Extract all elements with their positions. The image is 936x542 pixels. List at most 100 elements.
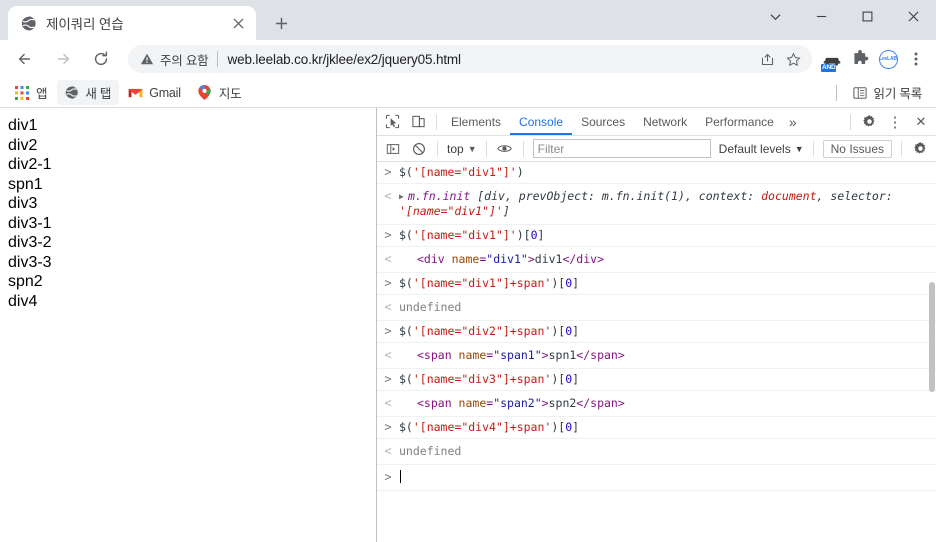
leelab-profile-icon[interactable]: LeeLAB xyxy=(874,45,902,73)
page-line: div3-2 xyxy=(8,234,52,251)
text-cursor xyxy=(400,470,401,483)
console-row-content: $('[name="div1"]')[0] xyxy=(399,228,936,243)
filterbar-divider-5 xyxy=(901,140,902,157)
code-token: document xyxy=(761,189,817,203)
chevron-down-icon: ▼ xyxy=(467,143,477,154)
and-extension-icon[interactable]: AND xyxy=(818,45,846,73)
devtools-settings-gear-icon[interactable] xyxy=(856,110,882,134)
minimize-icon[interactable] xyxy=(798,0,844,32)
site-security-indicator[interactable]: 주의 요함 xyxy=(140,50,209,69)
bookmark-new-tab[interactable]: 새 탭 xyxy=(57,80,120,105)
code-token: </span> xyxy=(576,396,625,410)
inspect-element-icon[interactable] xyxy=(379,110,405,134)
console-row-content: undefined xyxy=(399,444,936,459)
console-scrollbar-thumb[interactable] xyxy=(929,282,935,392)
levels-label: Default levels xyxy=(718,141,791,156)
console-filter-input[interactable] xyxy=(532,139,711,158)
chrome-menu-icon[interactable] xyxy=(902,45,930,73)
console-context-selector[interactable]: top ▼ xyxy=(443,142,481,156)
console-row-content: <span name="span2">spn2</span> xyxy=(399,396,936,411)
devtools-tab-sources[interactable]: Sources xyxy=(572,108,634,135)
code-token: )[ xyxy=(516,228,531,242)
bookmark-maps[interactable]: 지도 xyxy=(191,80,250,105)
no-issues-button[interactable]: No Issues xyxy=(822,139,892,158)
code-token: 0 xyxy=(530,228,538,242)
console-input-row: > $('[name="div1"]+span')[0] xyxy=(377,273,936,295)
bookmark-star-icon[interactable] xyxy=(780,46,806,72)
close-window-icon[interactable] xyxy=(890,0,936,32)
code-token: </div> xyxy=(562,252,604,266)
new-tab-button[interactable] xyxy=(267,9,295,37)
context-label: top xyxy=(447,141,464,156)
devtools-kebab-menu-icon[interactable]: ⋮ xyxy=(882,110,908,134)
security-label: 주의 요함 xyxy=(160,53,209,68)
back-button-icon[interactable] xyxy=(10,44,40,74)
devtools-tab-console[interactable]: Console xyxy=(510,108,572,135)
code-token: ] xyxy=(572,276,580,290)
console-row-content: $('[name="div1"]+span')[0] xyxy=(399,276,936,291)
console-output-marker-icon: < xyxy=(384,444,392,458)
expand-triangle-icon[interactable]: ▶ xyxy=(399,189,408,204)
tab-close-icon[interactable] xyxy=(228,13,248,33)
console-row-content: $('[name="div1"]') xyxy=(399,165,936,180)
gmail-icon xyxy=(127,85,143,101)
code-token: '[name="div1"]' xyxy=(412,165,517,179)
console-filter-bar: top ▼ Default levels ▼ No Issues xyxy=(377,136,936,162)
window-controls xyxy=(752,0,936,32)
code-token: '[name="div4"]+span' xyxy=(412,420,552,434)
console-prompt-marker-icon: > xyxy=(384,228,392,242)
reload-button-icon[interactable] xyxy=(86,44,116,74)
console-settings-gear-icon[interactable] xyxy=(907,137,933,161)
maximize-icon[interactable] xyxy=(844,0,890,32)
bookmark-apps[interactable]: 앱 xyxy=(8,80,55,105)
bookmark-label: 지도 xyxy=(218,87,242,101)
reading-list-button[interactable]: 읽기 목록 xyxy=(846,80,926,105)
web-page-viewport: div1 div2 div2-1 spn1 div3 div3-1 div3-2 div3-3… xyxy=(0,108,377,542)
code-token: '[name="div2"]+span' xyxy=(412,324,552,338)
console-prompt-marker-icon: > xyxy=(384,324,392,338)
code-token: undefined xyxy=(399,300,462,314)
code-token: $( xyxy=(399,372,413,386)
tab-search-chevron-down-icon[interactable] xyxy=(752,0,798,32)
console-scrollbar[interactable] xyxy=(928,162,936,542)
console-input-row: > $('[name="div4"]+span')[0] xyxy=(377,417,936,439)
console-sidebar-toggle-icon[interactable] xyxy=(380,137,406,161)
page-text-lines: div1 div2 div2-1 spn1 div3 div3-1 div3-2 div3-3… xyxy=(8,116,368,311)
console-row-content: $('[name="div3"]+span')[0] xyxy=(399,372,936,387)
console-row-content[interactable] xyxy=(399,470,936,485)
browser-tab[interactable]: 제이쿼리 연습 xyxy=(8,6,256,40)
console-prompt-marker-icon: > xyxy=(384,372,392,386)
more-tabs-icon[interactable]: » xyxy=(783,110,803,134)
console-row-list: > $('[name="div1"]') < ▶ m.fn.init [div, pre… xyxy=(377,162,936,491)
device-toolbar-icon[interactable] xyxy=(405,110,431,134)
share-icon[interactable] xyxy=(754,46,780,72)
reading-list-icon xyxy=(852,85,868,101)
address-bar[interactable]: 주의 요함 web.leelab.co.kr/jklee/ex2/jquery0… xyxy=(128,45,812,73)
devtools-tabbar: Elements Console Sources Network Performance… xyxy=(377,108,936,136)
puzzle-extensions-icon[interactable] xyxy=(846,45,874,73)
devtools-close-icon[interactable]: ✕ xyxy=(908,110,934,134)
bookmark-gmail[interactable]: Gmail xyxy=(121,82,189,104)
console-prompt-marker-icon: > xyxy=(384,420,392,434)
clear-console-icon[interactable] xyxy=(406,137,432,161)
extension-icons: AND LeeLAB xyxy=(818,45,930,73)
console-output-marker-icon: < xyxy=(384,300,392,314)
code-token: ] xyxy=(502,204,510,218)
code-token: "span2" xyxy=(493,396,542,410)
code-token: > xyxy=(541,396,549,410)
code-token: $( xyxy=(399,420,413,434)
console-prompt-marker-icon: > xyxy=(384,470,392,484)
devtools-divider xyxy=(436,113,437,130)
code-token: $( xyxy=(399,276,413,290)
code-token: '[name="div1"]+span' xyxy=(412,276,552,290)
console-prompt-row[interactable]: > xyxy=(377,465,936,491)
forward-button-icon[interactable] xyxy=(48,44,78,74)
devtools-tab-performance[interactable]: Performance xyxy=(696,108,783,135)
console-log-levels-selector[interactable]: Default levels ▼ xyxy=(715,142,808,156)
console-output-marker-icon: < xyxy=(384,189,392,203)
console-row-content: $('[name="div2"]+span')[0] xyxy=(399,324,936,339)
devtools-tab-network[interactable]: Network xyxy=(634,108,696,135)
devtools-tab-elements[interactable]: Elements xyxy=(442,108,510,135)
live-expression-eye-icon[interactable] xyxy=(492,137,518,161)
console-output[interactable]: > $('[name="div1"]') < ▶ m.fn.init [div, pre… xyxy=(377,162,936,542)
